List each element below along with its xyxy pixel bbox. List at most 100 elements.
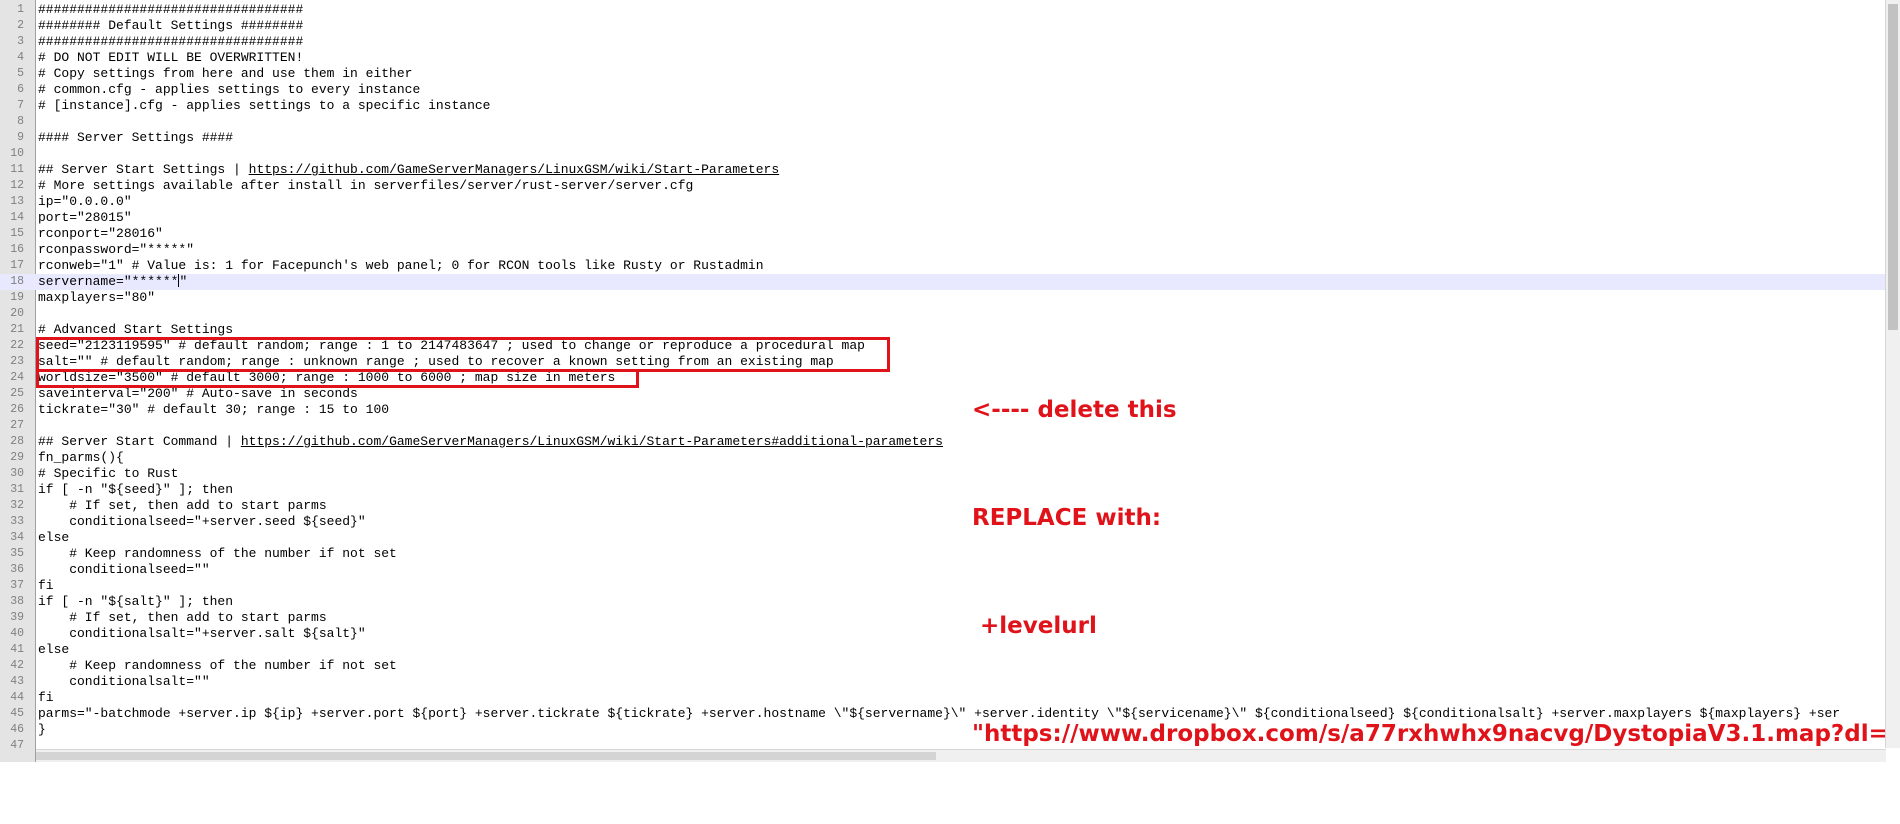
line-number: 5 — [17, 67, 24, 80]
line-text[interactable]: if [ -n "${seed}" ]; then — [38, 482, 233, 498]
line-text[interactable]: conditionalseed="" — [38, 562, 209, 578]
code-line[interactable]: 8 — [0, 114, 1888, 130]
url-link[interactable]: https://github.com/GameServerManagers/Li… — [249, 162, 780, 177]
line-number: 13 — [10, 195, 24, 208]
line-content: rconpassword="*****" — [38, 242, 195, 257]
line-text[interactable]: # If set, then add to start parms — [38, 610, 326, 626]
line-number: 40 — [10, 627, 24, 640]
line-number: 12 — [10, 179, 24, 192]
code-line[interactable]: 12 # More settings available after instal… — [0, 178, 1888, 194]
code-line[interactable]: 5 # Copy settings from here and use them … — [0, 66, 1888, 82]
line-text[interactable]: conditionalseed="+server.seed ${seed}" — [38, 514, 365, 530]
line-number: 8 — [17, 115, 24, 128]
line-text[interactable]: # Keep randomness of the number if not s… — [38, 658, 397, 674]
code-line[interactable]: 6 # common.cfg - applies settings to ever… — [0, 82, 1888, 98]
code-line[interactable]: 19 maxplayers="80" — [0, 290, 1888, 306]
code-line[interactable]: 14 port="28015" — [0, 210, 1888, 226]
line-content: saveinterval="200" # Auto-save in second… — [38, 386, 358, 401]
line-text[interactable]: # Specific to Rust — [38, 466, 178, 482]
line-text[interactable]: ## Server Start Settings | https://githu… — [38, 162, 779, 178]
line-number: 4 — [17, 51, 24, 64]
line-number: 30 — [10, 467, 24, 480]
line-content: fi — [38, 578, 54, 593]
line-number: 10 — [10, 147, 24, 160]
horizontal-scrollbar-thumb[interactable] — [36, 752, 936, 760]
line-text[interactable]: # DO NOT EDIT WILL BE OVERWRITTEN! — [38, 50, 303, 66]
line-text[interactable]: fi — [38, 578, 54, 594]
line-number: 38 — [10, 595, 24, 608]
code-line[interactable]: 18 servername="******" — [0, 274, 1888, 290]
line-content: # DO NOT EDIT WILL BE OVERWRITTEN! — [38, 50, 304, 65]
code-line[interactable]: 15 rconport="28016" — [0, 226, 1888, 242]
line-content: } — [38, 722, 46, 737]
line-number: 18 — [10, 275, 24, 288]
annotation-url-line: "https://www.dropbox.com/s/a77rxhwhx9nac… — [972, 721, 1900, 747]
line-text[interactable]: port="28015" — [38, 210, 132, 226]
line-text[interactable]: else — [38, 530, 69, 546]
line-text[interactable]: rconport="28016" — [38, 226, 163, 242]
line-number: 22 — [10, 339, 24, 352]
line-text[interactable]: ## Server Start Command | https://github… — [38, 434, 943, 450]
line-number: 7 — [17, 99, 24, 112]
line-text[interactable]: ######## Default Settings ######## — [38, 18, 303, 34]
line-text[interactable]: ################################## — [38, 2, 303, 18]
line-number: 36 — [10, 563, 24, 576]
line-text[interactable]: tickrate="30" # default 30; range : 15 t… — [38, 402, 389, 418]
code-line[interactable]: 7 # [instance].cfg - applies settings to … — [0, 98, 1888, 114]
line-number: 11 — [10, 163, 24, 176]
line-text[interactable]: # Copy settings from here and use them i… — [38, 66, 412, 82]
code-line[interactable]: 17 rconweb="1" # Value is: 1 for Facepunc… — [0, 258, 1888, 274]
code-line[interactable]: 10 — [0, 146, 1888, 162]
line-text[interactable]: ################################## — [38, 34, 303, 50]
line-content: rconweb="1" # Value is: 1 for Facepunch'… — [38, 258, 764, 273]
line-text[interactable]: if [ -n "${salt}" ]; then — [38, 594, 233, 610]
line-text[interactable]: conditionalsalt="" — [38, 674, 209, 690]
line-text[interactable]: # common.cfg - applies settings to every… — [38, 82, 420, 98]
annotation-delete-line: <---- delete this — [972, 397, 1177, 423]
code-line[interactable]: 3 ################################## — [0, 34, 1888, 50]
code-line[interactable]: 2 ######## Default Settings ######## — [0, 18, 1888, 34]
line-text[interactable]: #### Server Settings #### — [38, 130, 233, 146]
line-text[interactable]: fn_parms(){ — [38, 450, 124, 466]
line-content: tickrate="30" # default 30; range : 15 t… — [38, 402, 390, 417]
line-text[interactable]: # Advanced Start Settings — [38, 322, 233, 338]
line-text[interactable]: # [instance].cfg - applies settings to a… — [38, 98, 490, 114]
line-text[interactable]: rconweb="1" # Value is: 1 for Facepunch'… — [38, 258, 764, 274]
line-text[interactable]: rconpassword="*****" — [38, 242, 194, 258]
line-content: # Specific to Rust — [38, 466, 179, 481]
vertical-scrollbar-thumb[interactable] — [1888, 4, 1898, 330]
line-text[interactable]: # Keep randomness of the number if not s… — [38, 546, 397, 562]
horizontal-scrollbar[interactable] — [36, 749, 1886, 762]
code-line[interactable]: 9 #### Server Settings #### — [0, 130, 1888, 146]
line-number: 43 — [10, 675, 24, 688]
line-text[interactable]: saveinterval="200" # Auto-save in second… — [38, 386, 358, 402]
line-number: 35 — [10, 547, 24, 560]
line-text[interactable]: # If set, then add to start parms — [38, 498, 326, 514]
line-content: ip="0.0.0.0" — [38, 194, 132, 209]
line-text[interactable]: fi — [38, 690, 54, 706]
line-text[interactable]: # More settings available after install … — [38, 178, 693, 194]
annotation-levelurl-line: +levelurl — [972, 613, 1097, 639]
line-number: 37 — [10, 579, 24, 592]
code-line[interactable]: 13 ip="0.0.0.0" — [0, 194, 1888, 210]
line-text[interactable]: maxplayers="80" — [38, 290, 155, 306]
code-line[interactable]: 11 ## Server Start Settings | https://git… — [0, 162, 1888, 178]
line-text[interactable]: conditionalsalt="+server.salt ${salt}" — [38, 626, 365, 642]
vertical-scrollbar[interactable] — [1885, 0, 1900, 748]
code-line[interactable]: 1 ################################## — [0, 2, 1888, 18]
code-line[interactable]: 4 # DO NOT EDIT WILL BE OVERWRITTEN! — [0, 50, 1888, 66]
line-number: 23 — [10, 355, 24, 368]
line-content: # Keep randomness of the number if not s… — [38, 546, 397, 561]
line-number: 44 — [10, 691, 24, 704]
url-link[interactable]: https://github.com/GameServerManagers/Li… — [241, 434, 943, 449]
code-line[interactable]: 16 rconpassword="*****" — [0, 242, 1888, 258]
line-text[interactable]: ip="0.0.0.0" — [38, 194, 132, 210]
line-number: 31 — [10, 483, 24, 496]
line-number: 24 — [10, 371, 24, 384]
line-number: 27 — [10, 419, 24, 432]
line-text[interactable]: else — [38, 642, 69, 658]
line-number: 28 — [10, 435, 24, 448]
line-content: ################################## — [38, 2, 304, 17]
line-text[interactable]: servername="******" — [38, 274, 187, 290]
line-text[interactable]: } — [38, 722, 46, 738]
